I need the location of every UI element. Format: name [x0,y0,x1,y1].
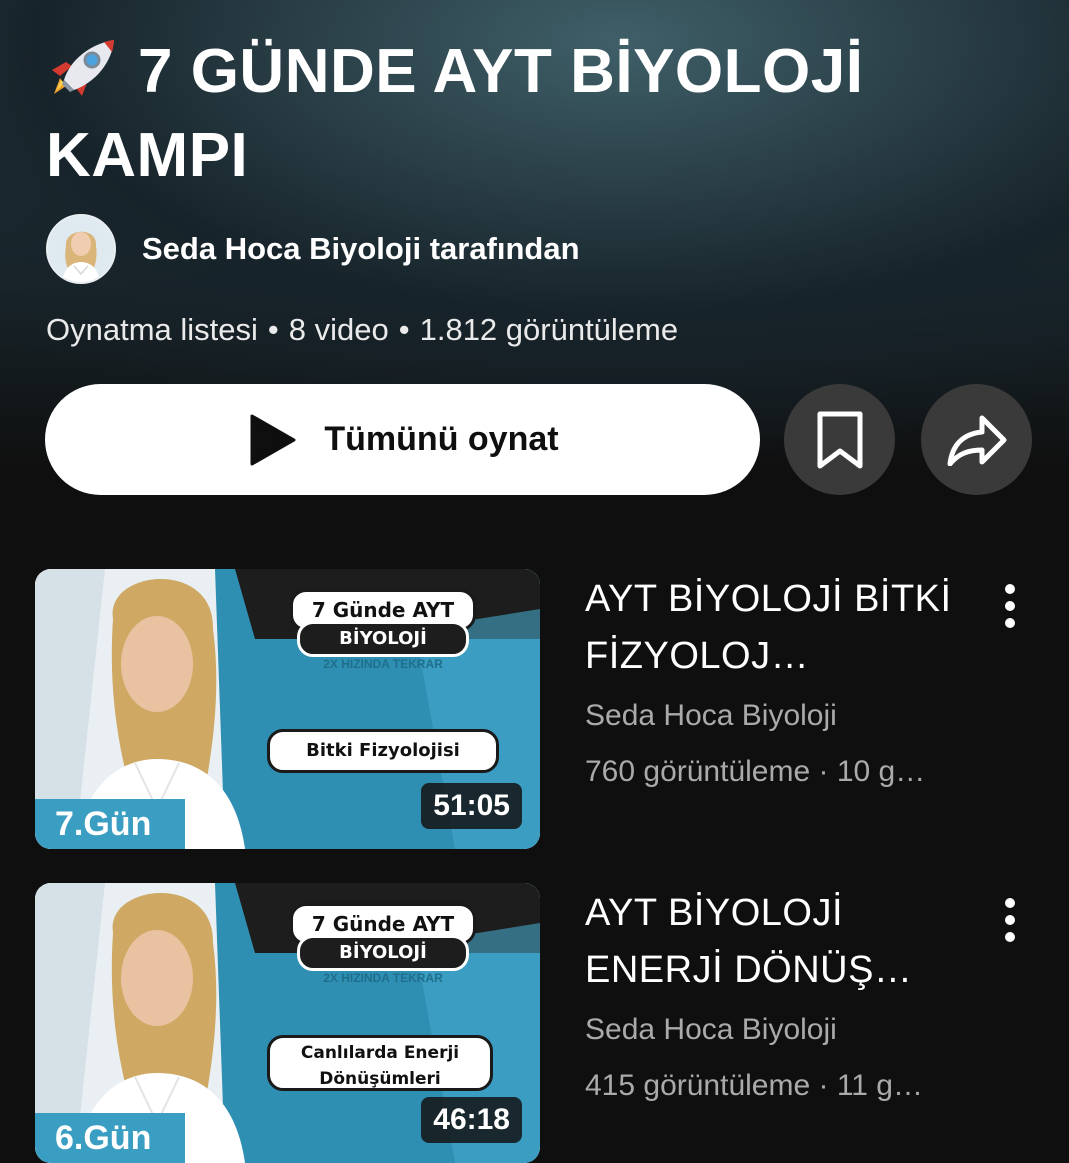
video-channel: Seda Hoca Biyoloji [585,1013,837,1046]
separator: • [267,312,279,347]
thumb-day-label: 6.Gün [35,1113,185,1163]
playlist-video-item[interactable]: 7 Günde AYT BİYOLOJİ 2X HIZINDA TEKRAR C… [35,883,1069,1163]
video-stats: 760 görüntüleme · 10 g… [585,755,926,788]
channel-avatar[interactable] [46,214,116,284]
video-title[interactable]: AYT BİYOLOJİ ENERJİ DÖNÜŞ… [585,885,965,999]
more-vert-icon[interactable] [995,581,1025,631]
thumb-topic: Canlılarda Enerji Dönüşümleri [267,1035,493,1091]
avatar-image [48,216,114,282]
channel-name[interactable]: Seda Hoca Biyoloji tarafından [142,231,580,267]
thumb-headline-2: BİYOLOJİ [297,935,469,971]
video-duration: 46:18 [421,1097,522,1143]
channel-link[interactable]: Seda Hoca Biyoloji tarafından [46,212,580,286]
playlist-type: Oynatma listesi [46,312,258,347]
playlist-meta: Oynatma listesi • 8 video • 1.812 görüntülem… [46,312,678,348]
bookmark-icon [817,411,862,468]
share-icon [947,415,1006,466]
video-info[interactable]: AYT BİYOLOJİ ENERJİ DÖNÜŞ… Seda Hoca Biy… [585,885,965,1103]
playlist-title: 7 GÜNDE AYT BİYOLOJİ KAMPI [46,37,864,190]
play-icon [250,414,296,465]
share-button[interactable] [921,384,1032,495]
thumb-topic: Bitki Fizyolojisi [267,729,499,773]
play-all-button[interactable]: Tümünü oynat [45,384,760,495]
video-title[interactable]: AYT BİYOLOJİ BİTKİ FİZYOLOJ… [585,571,965,685]
video-channel: Seda Hoca Biyoloji [585,699,837,732]
thumb-day-label: 7.Gün [35,799,185,849]
play-all-label: Tümünü oynat [324,420,559,458]
video-thumbnail[interactable]: 7 Günde AYT BİYOLOJİ 2X HIZINDA TEKRAR C… [35,883,540,1163]
playlist-video-item[interactable]: 7 Günde AYT BİYOLOJİ 2X HIZINDA TEKRAR B… [35,569,1069,849]
video-info[interactable]: AYT BİYOLOJİ BİTKİ FİZYOLOJ… Seda Hoca B… [585,571,965,789]
video-stats: 415 görüntüleme · 11 g… [585,1069,923,1102]
video-thumbnail[interactable]: 7 Günde AYT BİYOLOJİ 2X HIZINDA TEKRAR B… [35,569,540,849]
thumb-headline-2: BİYOLOJİ [297,621,469,657]
separator: • [398,312,410,347]
more-vert-icon[interactable] [995,895,1025,945]
video-count: 8 video [288,312,389,347]
thumb-subtitle: 2X HIZINDA TEKRAR [323,657,443,671]
thumb-subtitle: 2X HIZINDA TEKRAR [323,971,443,985]
rocket-icon [52,40,114,96]
video-duration: 51:05 [421,783,522,829]
save-playlist-button[interactable] [784,384,895,495]
view-count: 1.812 görüntüleme [419,312,679,347]
